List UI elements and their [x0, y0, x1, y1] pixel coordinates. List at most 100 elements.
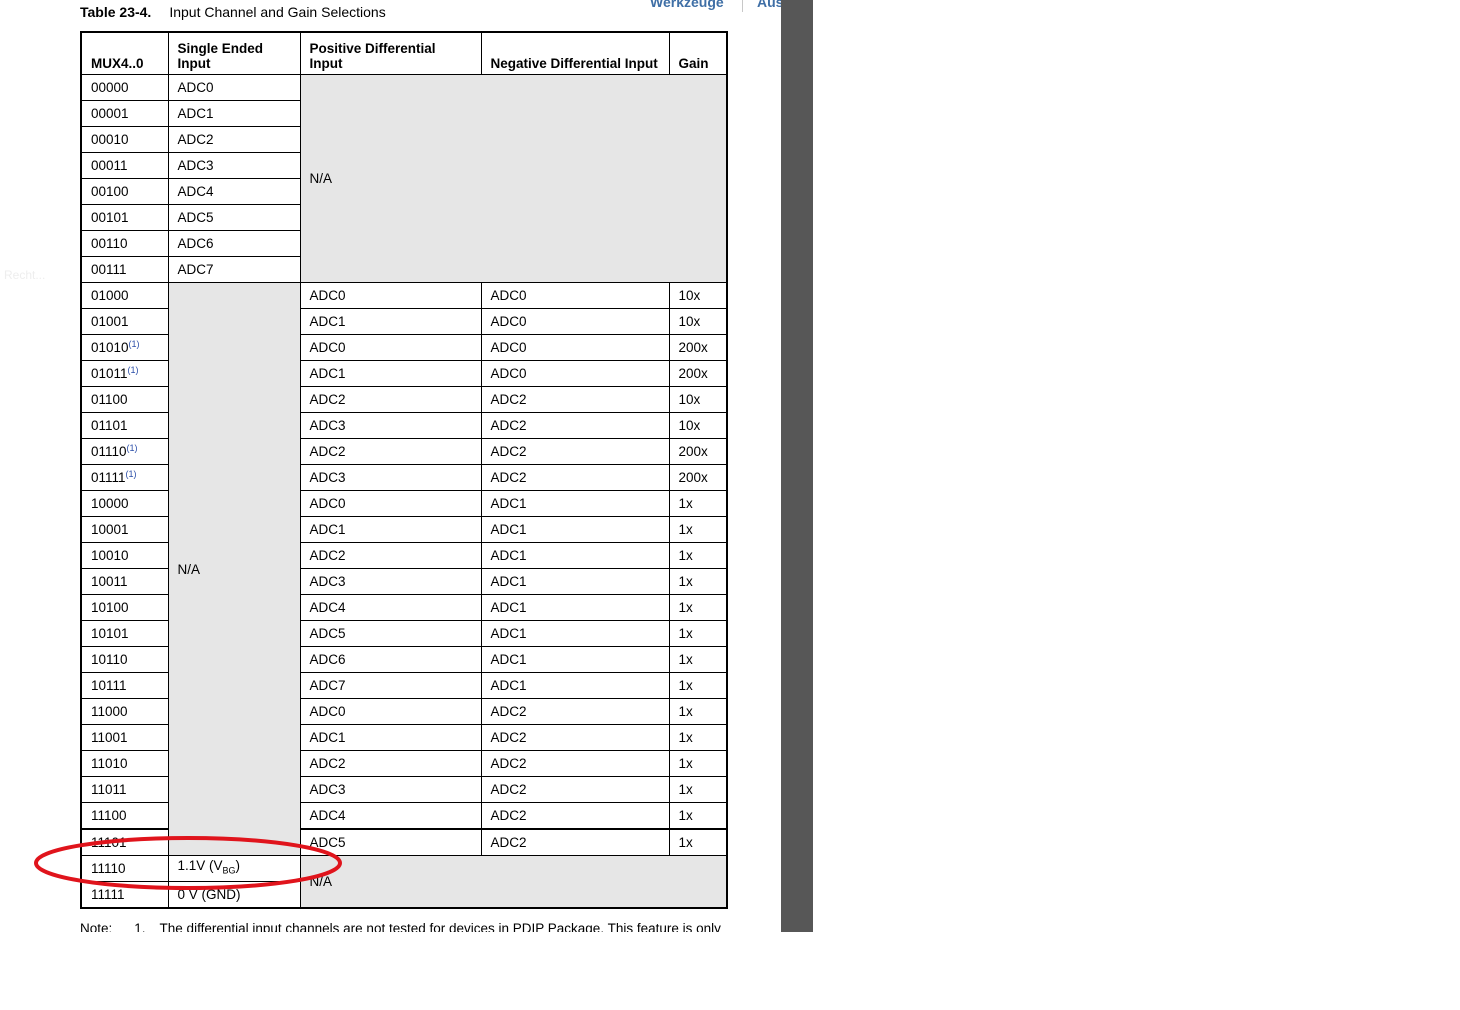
negative-input-cell: ADC1: [480, 646, 670, 673]
positive-input-cell: ADC3: [299, 776, 482, 803]
mux-cell: 10010: [80, 542, 169, 569]
mux-cell: 01101: [80, 412, 169, 439]
tools-menu[interactable]: Werkzeuge: [650, 0, 724, 10]
negative-input-cell: ADC2: [480, 802, 670, 830]
single-ended-input-cell: ADC4: [167, 178, 301, 205]
mux-value: 01010: [91, 340, 129, 355]
negative-input-cell: ADC0: [480, 308, 670, 335]
single-ended-input-cell: ADC6: [167, 230, 301, 257]
negative-input-cell: ADC2: [480, 464, 670, 491]
input-main: 0 V (GND): [177, 887, 241, 902]
positive-input-cell: ADC0: [299, 698, 482, 725]
mux-value: 10101: [91, 626, 129, 641]
footnote-ref: (1): [125, 469, 137, 479]
header-mux: MUX4..0: [80, 31, 169, 75]
mux-cell: 01111(1): [80, 464, 169, 491]
positive-input-cell: ADC2: [299, 750, 482, 777]
negative-input-cell: ADC1: [480, 568, 670, 595]
mux-value: 10011: [91, 574, 128, 589]
negative-input-cell: ADC2: [480, 412, 670, 439]
mux-cell: 10110: [80, 646, 169, 673]
negative-input-cell: ADC1: [480, 620, 670, 647]
gain-cell: 1x: [668, 724, 728, 751]
single-ended-input-cell: ADC2: [167, 126, 301, 153]
mux-value: 01001: [91, 314, 129, 329]
gain-cell: 200x: [668, 464, 728, 491]
table-row: 01000 N/A ADC0 ADC0 10x: [80, 282, 728, 856]
negative-input-cell: ADC2: [480, 776, 670, 803]
gain-cell: 1x: [668, 490, 728, 517]
mux-cell: 00111: [80, 256, 169, 283]
negative-input-cell: ADC1: [480, 516, 670, 543]
table-row: 11110 1.1V (VBG) N/A: [80, 855, 728, 909]
table-caption-title: Input Channel and Gain Selections: [169, 4, 386, 20]
mux-cell: 10111: [80, 672, 169, 699]
note-label: Note:: [80, 921, 113, 932]
mux-value: 11001: [91, 730, 128, 745]
footnote-ref: (1): [128, 339, 140, 349]
note-number: 1.: [134, 921, 146, 932]
fill-sign-menu[interactable]: Ausfülle: [757, 0, 781, 10]
table-header-row: MUX4..0 Single Ended Input Positive Diff…: [80, 31, 728, 75]
mux-cell: 11111: [80, 881, 169, 909]
mux-cell: 00100: [80, 178, 169, 205]
positive-input-cell: ADC5: [299, 620, 482, 647]
negative-input-cell: ADC2: [480, 698, 670, 725]
pdf-page: Werkzeuge Ausfülle Table 23-4. Input Chan…: [0, 0, 781, 932]
mux-cell: 01000: [80, 282, 169, 309]
gain-cell: 1x: [668, 672, 728, 699]
mux-value: 01100: [91, 392, 128, 407]
single-ended-input-cell: ADC5: [167, 204, 301, 231]
mux-cell: 00101: [80, 204, 169, 231]
mux-cell: 11010: [80, 750, 169, 777]
positive-input-cell: ADC7: [299, 672, 482, 699]
table-footnote: Note: 1. The differential input channels a…: [80, 921, 721, 932]
positive-input-cell: ADC0: [299, 282, 482, 309]
mux-value: 01101: [91, 418, 128, 433]
positive-input-cell: ADC2: [299, 438, 482, 465]
negative-input-cell: ADC2: [480, 386, 670, 413]
mux-value: 10001: [91, 522, 129, 537]
negative-input-cell: ADC0: [480, 282, 670, 309]
negative-input-cell: ADC2: [480, 750, 670, 777]
vertical-scrollbar[interactable]: [781, 0, 813, 932]
faded-background-text: Recht...: [4, 268, 46, 282]
mux-cell: 11000: [80, 698, 169, 725]
mux-cell: 10100: [80, 594, 169, 621]
mux-value: 11010: [91, 756, 128, 771]
single-ended-input-cell: 1.1V (VBG): [167, 855, 301, 882]
mux-cell: 10001: [80, 516, 169, 543]
table-caption-number: Table 23-4.: [80, 4, 152, 20]
input-end: ): [235, 858, 241, 874]
positive-input-cell: ADC0: [299, 334, 482, 361]
mux-cell: 01011(1): [80, 360, 169, 387]
single-ended-input-cell: ADC3: [167, 152, 301, 179]
mux-value: 11101: [91, 835, 127, 850]
gain-cell: 1x: [668, 750, 728, 777]
gain-cell: 1x: [668, 776, 728, 803]
mux-cell: 00010: [80, 126, 169, 153]
toolbar-separator: [742, 0, 743, 12]
mux-cell: 11101: [80, 828, 169, 856]
gain-cell: 1x: [668, 802, 728, 830]
header-single-ended-input: Single Ended Input: [167, 31, 301, 75]
mux-cell: 00110: [80, 230, 169, 257]
header-positive-differential-input: Positive Differential Input: [299, 31, 482, 75]
negative-input-cell: ADC2: [480, 438, 670, 465]
positive-input-cell: ADC4: [299, 802, 482, 830]
mux-cell: 01010(1): [80, 334, 169, 361]
gain-cell: 10x: [668, 308, 728, 335]
positive-input-cell: ADC2: [299, 542, 482, 569]
negative-input-cell: ADC2: [480, 828, 670, 856]
mux-cell: 00011: [80, 152, 169, 179]
mux-value: 10100: [91, 600, 129, 615]
mux-cell: 00001: [80, 100, 169, 127]
negative-input-cell: ADC1: [480, 490, 670, 517]
mux-value: 11011: [91, 782, 127, 797]
positive-input-cell: ADC1: [299, 360, 482, 387]
mux-value: 10111: [91, 678, 127, 693]
mux-value: 01011: [91, 366, 128, 381]
mux-cell: 00000: [80, 74, 169, 101]
table-caption: Table 23-4. Input Channel and Gain Select…: [80, 4, 386, 20]
mux-value: 10010: [91, 548, 129, 563]
